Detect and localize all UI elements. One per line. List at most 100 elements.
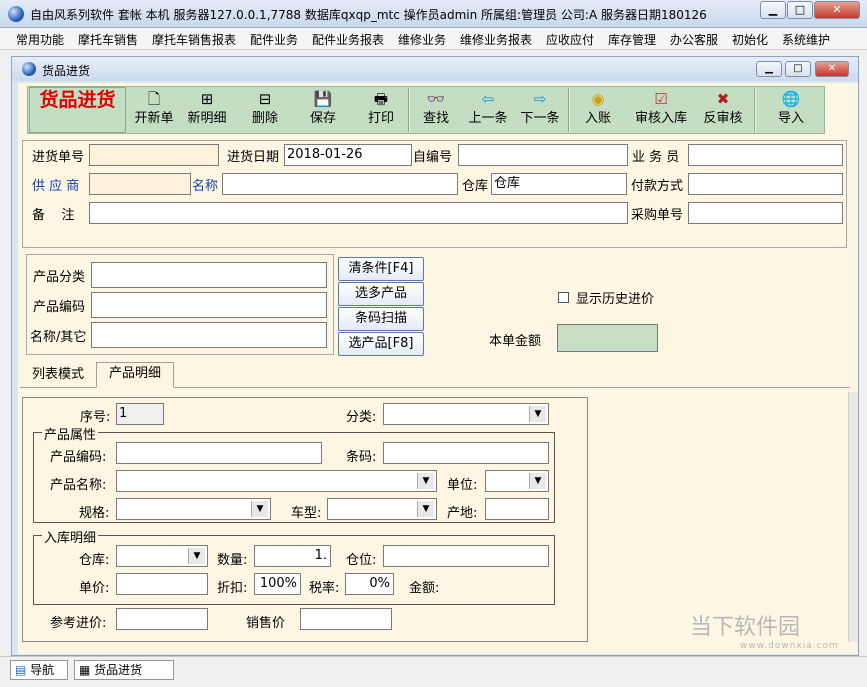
tax-rate-field[interactable]: 0% bbox=[345, 573, 394, 595]
discount-field[interactable]: 100% bbox=[254, 573, 301, 595]
select-multiple-button[interactable]: 选多产品 bbox=[338, 282, 424, 306]
model-select[interactable] bbox=[327, 498, 437, 520]
watermark-text: 当下软件园 bbox=[690, 615, 801, 640]
nav-tab[interactable]: ▤ 导航 bbox=[10, 660, 68, 680]
warehouse-field[interactable]: 仓库 bbox=[491, 173, 627, 195]
code-filter-field[interactable] bbox=[91, 292, 327, 318]
import-button[interactable]: 🌐 导入 bbox=[768, 88, 814, 132]
prev-record-label: 上一条 bbox=[468, 111, 508, 126]
remark-field[interactable] bbox=[89, 202, 628, 224]
next-record-label: 下一条 bbox=[520, 111, 560, 126]
menu-item-common[interactable]: 常用功能 bbox=[16, 31, 64, 48]
barcode-scan-button[interactable]: 条码扫描 bbox=[338, 307, 424, 331]
watermark-logo: 当下软件园 www.downxia.com bbox=[690, 616, 850, 660]
self-no-field[interactable] bbox=[458, 144, 628, 166]
amount-label: 金额: bbox=[409, 581, 440, 596]
menu-item-repair[interactable]: 维修业务 bbox=[398, 31, 446, 48]
window-tab-label: 货品进货 bbox=[94, 663, 143, 677]
barcode-field[interactable] bbox=[383, 442, 549, 464]
seq-label: 序号: bbox=[80, 410, 111, 425]
window-tab[interactable]: ▦ 货品进货 bbox=[74, 660, 174, 680]
name-label[interactable]: 名称 bbox=[192, 175, 218, 194]
import-label: 导入 bbox=[777, 111, 804, 126]
name-field[interactable] bbox=[222, 173, 458, 195]
stock-warehouse-label: 仓库: bbox=[79, 553, 110, 568]
spec-select[interactable] bbox=[116, 498, 271, 520]
product-name-select[interactable] bbox=[116, 470, 437, 492]
approve-stockin-button[interactable]: ☑ 审核入库 bbox=[630, 88, 692, 132]
unapprove-label: 反审核 bbox=[703, 111, 743, 126]
name-filter-label: 名称/其它 bbox=[30, 330, 87, 345]
tab-product-detail[interactable]: 产品明细 bbox=[96, 362, 174, 388]
tab-list-mode[interactable]: 列表模式 bbox=[22, 364, 94, 388]
menu-item-parts-report[interactable]: 配件业务报表 bbox=[312, 31, 384, 48]
add-row-icon: ⊞ bbox=[200, 90, 214, 108]
toolbar-separator bbox=[568, 88, 570, 132]
menu-item-parts[interactable]: 配件业务 bbox=[250, 31, 298, 48]
order-no-field[interactable] bbox=[89, 144, 219, 166]
warehouse-label: 仓库 bbox=[462, 179, 489, 194]
date-field[interactable]: 2018-01-26 bbox=[284, 144, 412, 166]
module-title: 货品进货 bbox=[29, 87, 126, 133]
new-detail-button[interactable]: ⊞ 新明细 bbox=[182, 88, 232, 132]
name-filter-field[interactable] bbox=[91, 322, 327, 348]
child-close-button[interactable]: ✕ bbox=[815, 61, 849, 77]
new-detail-label: 新明细 bbox=[187, 111, 227, 126]
supplier-field[interactable] bbox=[89, 173, 191, 195]
staff-field[interactable] bbox=[688, 144, 843, 166]
vertical-scrollbar[interactable] bbox=[848, 392, 858, 642]
menu-item-init[interactable]: 初始化 bbox=[732, 31, 768, 48]
quantity-field[interactable]: 1. bbox=[254, 545, 331, 567]
prev-record-button[interactable]: ⇦ 上一条 bbox=[462, 88, 514, 132]
supplier-label[interactable]: 供 应 商 bbox=[32, 175, 79, 194]
new-order-button[interactable]: 🗋 开新单 bbox=[130, 88, 178, 132]
unit-select[interactable] bbox=[485, 470, 549, 492]
stock-warehouse-select[interactable] bbox=[116, 545, 208, 567]
sale-price-field[interactable] bbox=[300, 608, 392, 630]
child-minimize-button[interactable]: ▁ bbox=[756, 61, 782, 77]
find-button[interactable]: 👓 查找 bbox=[414, 88, 458, 132]
arrow-right-icon: ⇨ bbox=[533, 90, 547, 108]
unit-price-field[interactable] bbox=[116, 573, 208, 595]
category-filter-field[interactable] bbox=[91, 262, 327, 288]
category-filter-label: 产品分类 bbox=[33, 270, 86, 285]
print-button[interactable]: 🖶 打印 bbox=[356, 88, 406, 132]
menu-item-moto-sales[interactable]: 摩托车销售 bbox=[78, 31, 138, 48]
child-maximize-button[interactable]: □ bbox=[785, 61, 811, 77]
delete-button[interactable]: ⊟ 删除 bbox=[240, 88, 290, 132]
menu-item-receivable[interactable]: 应收应付 bbox=[546, 31, 594, 48]
minimize-button[interactable]: ▁ bbox=[760, 1, 786, 19]
maximize-button[interactable]: □ bbox=[787, 1, 813, 19]
ref-price-field[interactable] bbox=[116, 608, 208, 630]
product-code-label: 产品编码: bbox=[50, 450, 107, 465]
location-field[interactable] bbox=[383, 545, 549, 567]
save-button[interactable]: 💾 保存 bbox=[298, 88, 348, 132]
new-doc-icon: 🗋 bbox=[147, 90, 161, 108]
app-titlebar: 自由风系列软件 套帐 本机 服务器127.0.0.1,7788 数据库qxqp_… bbox=[0, 0, 867, 28]
origin-field[interactable] bbox=[485, 498, 549, 520]
menu-bar: 常用功能 摩托车销售 摩托车销售报表 配件业务 配件业务报表 维修业务 维修业务… bbox=[0, 28, 867, 50]
menu-item-maintenance[interactable]: 系统维护 bbox=[782, 31, 830, 48]
purchase-no-label: 采购单号 bbox=[631, 208, 684, 223]
menu-item-office[interactable]: 办公客服 bbox=[670, 31, 718, 48]
toolbar-separator bbox=[754, 88, 756, 132]
unapprove-button[interactable]: ✖ 反审核 bbox=[698, 88, 748, 132]
product-code-field[interactable] bbox=[116, 442, 322, 464]
new-order-label: 开新单 bbox=[134, 111, 174, 126]
menu-item-moto-sales-report[interactable]: 摩托车销售报表 bbox=[152, 31, 236, 48]
clear-conditions-button[interactable]: 清条件[F4] bbox=[338, 257, 424, 281]
select-product-button[interactable]: 选产品[F8] bbox=[338, 332, 424, 356]
purchase-no-field[interactable] bbox=[688, 202, 843, 224]
floppy-disk-icon: 💾 bbox=[313, 90, 333, 108]
close-button[interactable]: ✕ bbox=[814, 1, 860, 19]
nav-tab-label: 导航 bbox=[30, 663, 55, 677]
menu-item-inventory[interactable]: 库存管理 bbox=[608, 31, 656, 48]
next-record-button[interactable]: ⇨ 下一条 bbox=[514, 88, 566, 132]
child-titlebar: 货品进货 ▁ □ ✕ bbox=[12, 57, 858, 81]
unapprove-icon: ✖ bbox=[716, 90, 730, 108]
payment-field[interactable] bbox=[688, 173, 843, 195]
post-account-button[interactable]: ◉ 入账 bbox=[576, 88, 620, 132]
category-select[interactable] bbox=[383, 403, 549, 425]
history-price-checkbox[interactable] bbox=[558, 292, 569, 303]
menu-item-repair-report[interactable]: 维修业务报表 bbox=[460, 31, 532, 48]
